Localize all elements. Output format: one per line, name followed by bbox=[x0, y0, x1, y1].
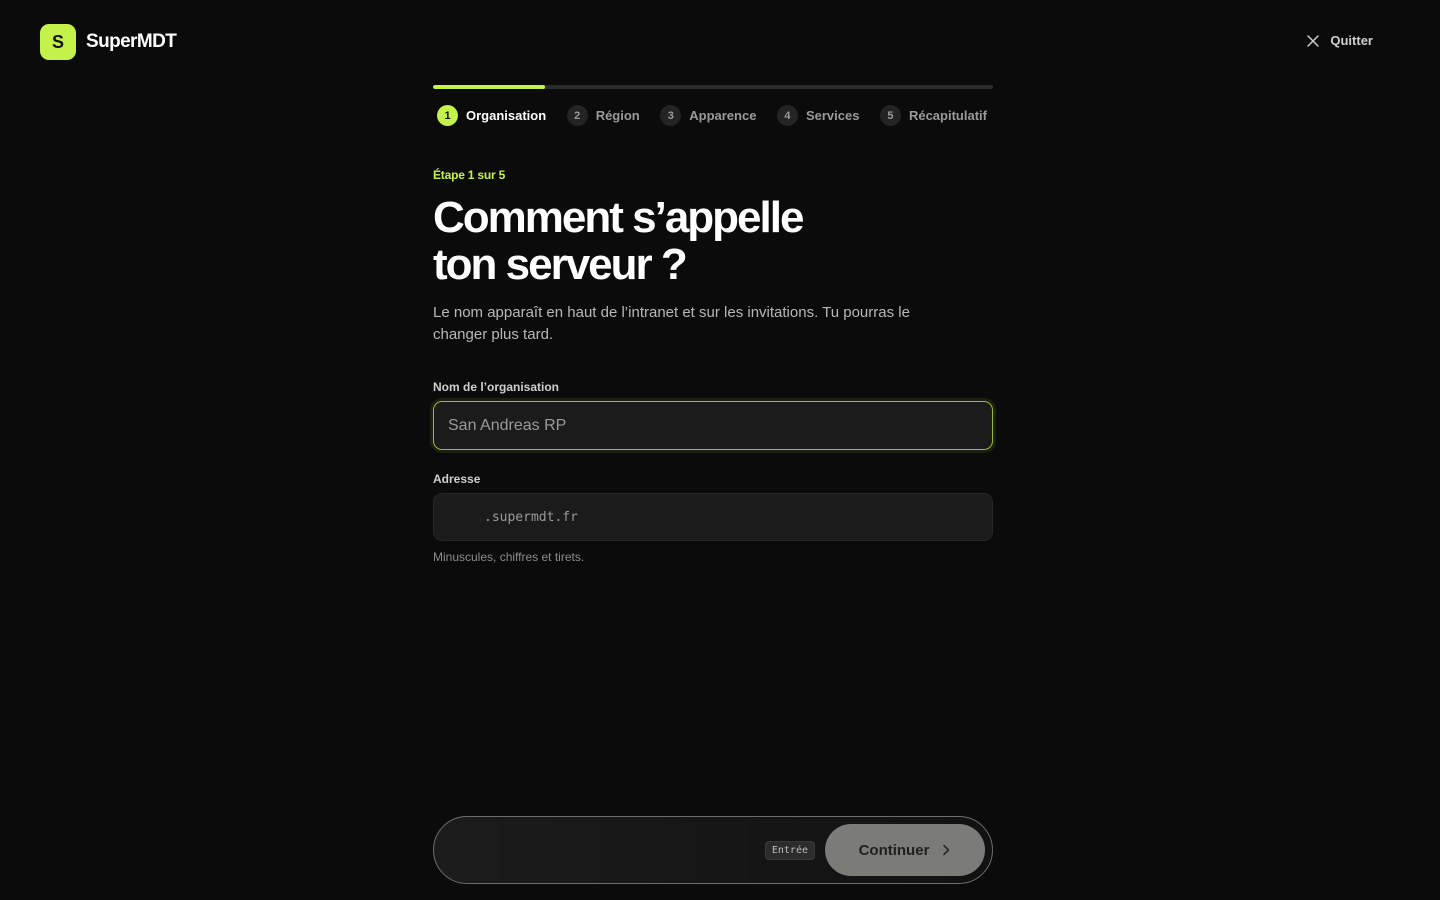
page-description: Le nom apparaît en haut de l’intranet et… bbox=[433, 304, 910, 343]
continue-button[interactable]: Continuer bbox=[825, 824, 985, 876]
address-label: Adresse bbox=[433, 472, 481, 486]
step-label: Organisation bbox=[466, 108, 547, 123]
quit-label: Quitter bbox=[1330, 33, 1373, 48]
progress-fill bbox=[433, 85, 545, 89]
action-bar: Entrée Continuer bbox=[433, 816, 993, 884]
step-number: 4 bbox=[776, 105, 798, 126]
step-organisation[interactable]: 1 Organisation bbox=[437, 105, 546, 126]
brand-name: SuperMDT bbox=[86, 31, 177, 52]
step-indicator: Étape 1 sur 5 bbox=[433, 168, 506, 182]
form-content: Étape 1 sur 5 Comment s’appelle ton serv… bbox=[433, 168, 993, 564]
chevron-right-icon bbox=[943, 844, 950, 856]
step-number: 2 bbox=[566, 105, 588, 126]
step-number: 5 bbox=[879, 105, 901, 126]
step-number: 3 bbox=[660, 105, 682, 126]
org-name-label: Nom de l’organisation bbox=[433, 380, 560, 394]
onboarding-page: S SuperMDT Quitter 1 Organisation 2 Régi… bbox=[0, 0, 1440, 900]
address-field[interactable]: .supermdt.fr bbox=[433, 493, 993, 541]
progress-track bbox=[433, 85, 993, 89]
address-suffix: .supermdt.fr bbox=[484, 509, 578, 525]
step-label: Région bbox=[595, 108, 640, 123]
address-input[interactable] bbox=[448, 509, 484, 525]
step-number: 1 bbox=[437, 105, 458, 126]
step-label: Services bbox=[805, 108, 860, 123]
enter-key-hint: Entrée bbox=[764, 840, 815, 860]
page-title-line-1: Comment s’appelle bbox=[433, 193, 804, 242]
step-services[interactable]: 4 Services bbox=[776, 105, 860, 126]
stepper: 1 Organisation 2 Région 3 Apparence 4 Se… bbox=[433, 85, 993, 126]
step-list: 1 Organisation 2 Région 3 Apparence 4 Se… bbox=[433, 105, 993, 126]
address-hint: Minuscules, chiffres et tirets. bbox=[433, 550, 585, 564]
step-label: Apparence bbox=[689, 108, 757, 123]
logo-mark: S bbox=[40, 24, 76, 60]
org-name-input[interactable] bbox=[433, 401, 993, 450]
page-title-line-2: ton serveur ? bbox=[433, 240, 688, 289]
close-icon bbox=[1307, 34, 1320, 47]
step-label: Récapitulatif bbox=[908, 108, 987, 123]
step-recapitulatif[interactable]: 5 Récapitulatif bbox=[879, 105, 987, 126]
step-region[interactable]: 2 Région bbox=[566, 105, 640, 126]
step-apparence[interactable]: 3 Apparence bbox=[660, 105, 756, 126]
brand[interactable]: S SuperMDT bbox=[40, 24, 177, 60]
continue-label: Continuer bbox=[858, 841, 930, 859]
page-title: Comment s’appelle ton serveur ? bbox=[433, 194, 873, 288]
quit-button[interactable]: Quitter bbox=[1306, 33, 1373, 48]
